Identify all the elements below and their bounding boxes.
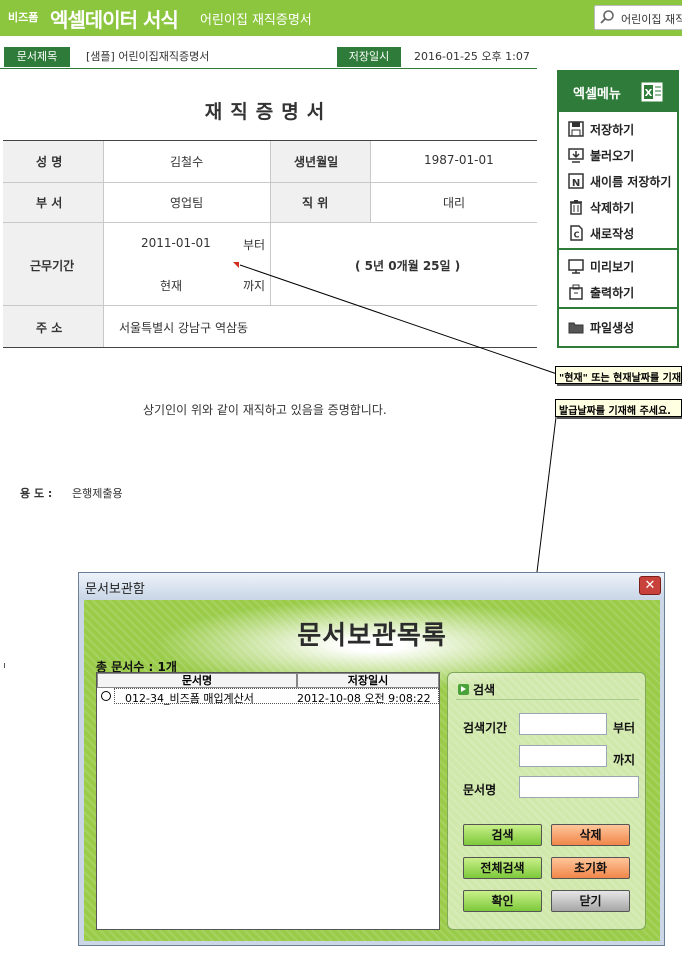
search-panel-divider [456,699,639,700]
doc-name-input[interactable] [519,776,639,798]
doc-name-label: 문서명 [463,783,497,797]
menu-preview-label: 미리보기 [590,259,635,274]
confirm-button[interactable]: 확인 [463,890,542,912]
from-label: 부터 [613,721,636,735]
arrow-icon [458,684,469,695]
column-header-doc-name[interactable]: 문서명 [97,673,297,688]
column-header-saved-time[interactable]: 저장일시 [297,673,439,688]
search-period-label: 검색기간 [463,721,508,735]
close-dialog-button[interactable]: 닫기 [551,890,630,912]
folder-icon [568,322,584,334]
menu-separator [559,307,677,309]
search-all-button[interactable]: 전체검색 [463,857,542,879]
dialog-title: 문서보관함 [85,582,145,597]
document-archive-dialog: 문서보관함 ✕ 문서보관목록 총 문서수 : 1개 문서명 저장일시 012-3… [78,572,665,946]
preview-icon [568,259,584,274]
radio-button[interactable] [101,691,111,701]
menu-save[interactable]: 저장하기 [567,118,634,140]
reset-button[interactable]: 초기화 [551,857,630,879]
search-panel-title-text: 검색 [473,683,496,697]
svg-text:C: C [574,231,580,240]
save-as-icon: N [568,173,584,189]
comment-tooltip-issue-date: 발급날짜를 기재해 주세요. [555,399,682,417]
comment-tooltip-current: "현재" 또는 현재날짜를 기재 [555,366,682,384]
list-item-doc-name: 012-34_비즈폼 매입계산서 [125,692,254,705]
search-panel-title: 검색 [458,681,495,698]
period-to-input[interactable] [519,745,607,767]
search-panel: 검색 검색기간 부터 까지 문서명 검색 삭제 전체검색 초기화 확인 닫기 [447,672,646,930]
menu-delete[interactable]: 삭제하기 [567,196,634,218]
svg-text:X: X [645,88,653,99]
menu-new-label: 새로작성 [590,226,635,241]
menu-save-as[interactable]: N 새이름 저장하기 [567,170,671,192]
menu-delete-label: 삭제하기 [590,200,635,215]
menu-load[interactable]: 불러오기 [567,144,634,166]
excel-icon: X [641,82,663,102]
svg-text:N: N [572,178,580,189]
search-button[interactable]: 검색 [463,824,542,846]
load-icon [568,148,584,163]
menu-load-label: 불러오기 [590,148,635,163]
menu-create-file-label: 파일생성 [590,320,635,335]
list-item[interactable]: 012-34_비즈폼 매입계산서 2012-10-08 오전 9:08:22 [97,688,439,705]
new-document-icon: C [570,225,583,241]
menu-print-label: 출력하기 [590,285,635,300]
menu-new[interactable]: C 새로작성 [567,222,634,244]
delete-button[interactable]: 삭제 [551,824,630,846]
menu-separator [559,248,677,250]
excel-menu-header: 엑셀메뉴 X [559,72,677,112]
close-button[interactable]: ✕ [639,576,661,595]
menu-print[interactable]: 출력하기 [567,281,634,303]
trash-icon [570,200,582,215]
save-icon [568,121,584,137]
dialog-body: 문서보관목록 총 문서수 : 1개 문서명 저장일시 012-34_비즈폼 매입… [84,600,660,941]
print-icon [569,284,583,300]
list-item-saved-time: 2012-10-08 오전 9:08:22 [297,692,431,705]
menu-save-as-label: 새이름 저장하기 [590,174,672,189]
menu-save-label: 저장하기 [590,122,635,137]
excel-menu-title: 엑셀메뉴 [573,87,621,102]
menu-create-file[interactable]: 파일생성 [567,316,634,338]
to-label: 까지 [613,753,636,767]
period-from-input[interactable] [519,713,607,735]
dialog-titlebar[interactable]: 문서보관함 ✕ [79,573,664,599]
excel-menu-panel: 엑셀메뉴 X 저장하기 불러오기 N 새이름 저장하기 삭제하기 C 새로작성 … [557,70,679,348]
menu-preview[interactable]: 미리보기 [567,255,634,277]
document-list[interactable]: 문서명 저장일시 012-34_비즈폼 매입계산서 2012-10-08 오전 … [96,672,440,930]
dialog-heading: 문서보관목록 [297,621,447,651]
